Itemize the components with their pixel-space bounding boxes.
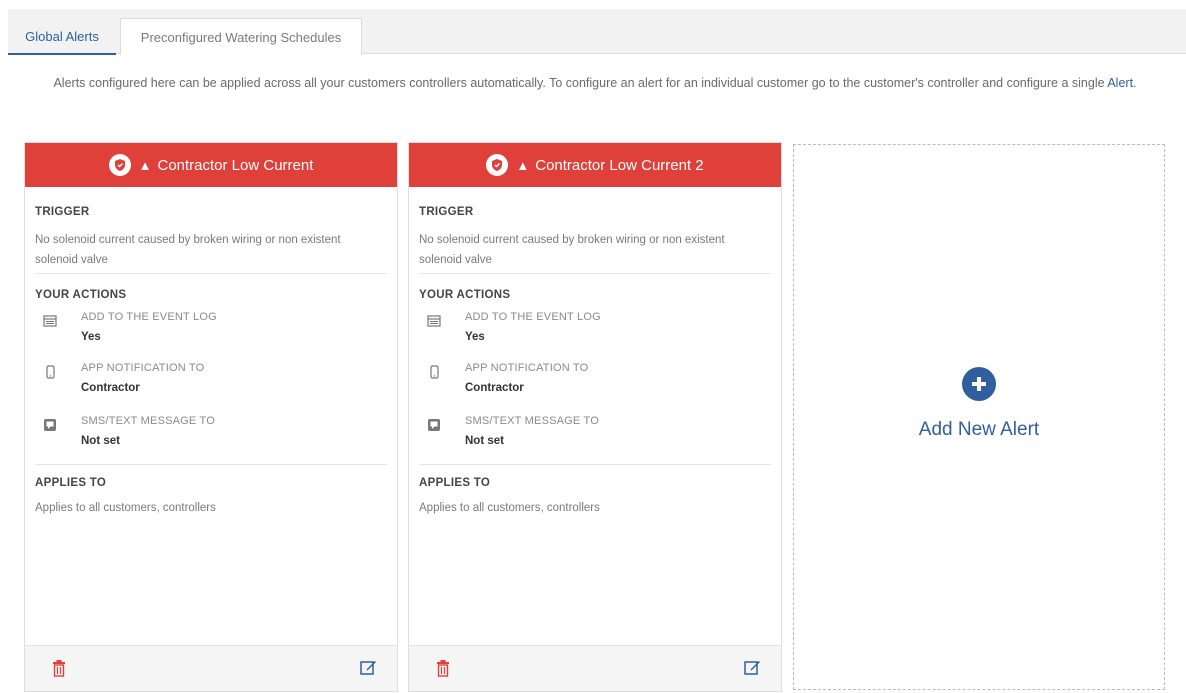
event-log-icon — [43, 314, 57, 328]
actions-heading: YOUR ACTIONS — [419, 289, 511, 301]
bell-icon: ▲ — [138, 157, 152, 173]
sms-icon — [43, 418, 57, 432]
action-event-log: ADD TO THE EVENT LOG Yes — [427, 311, 767, 351]
action-label: ADD TO THE EVENT LOG — [465, 311, 601, 323]
edit-icon[interactable] — [360, 659, 377, 676]
shield-icon — [486, 154, 509, 176]
divider — [419, 273, 771, 274]
tab-global-alerts[interactable]: Global Alerts — [8, 18, 116, 55]
alert-card: ▲ Contractor Low Current 2 TRIGGER No so… — [408, 142, 782, 692]
shield-icon — [108, 154, 131, 176]
trash-icon[interactable] — [51, 659, 67, 677]
action-label: APP NOTIFICATION TO — [465, 362, 589, 374]
intro-text: Alerts configured here can be applied ac… — [53, 76, 1108, 90]
alert-title: Contractor Low Current 2 — [535, 156, 704, 174]
bell-icon: ▲ — [516, 157, 530, 173]
trigger-description: No solenoid current caused by broken wir… — [419, 234, 725, 266]
applies-description: Applies to all customers, controllers — [419, 502, 600, 514]
add-new-alert-button[interactable]: Add New Alert — [793, 144, 1165, 690]
tab-preconfigured-watering-schedules[interactable]: Preconfigured Watering Schedules — [120, 18, 362, 55]
alert-link[interactable]: Alert — [1107, 76, 1133, 90]
action-label: SMS/TEXT MESSAGE TO — [465, 415, 600, 427]
applies-heading: APPLIES TO — [419, 477, 491, 489]
applies-description: Applies to all customers, controllers — [35, 502, 216, 514]
action-sms: SMS/TEXT MESSAGE TO Not set — [427, 415, 767, 455]
phone-icon — [43, 365, 57, 379]
trigger-heading: TRIGGER — [419, 206, 474, 218]
intro-text-end: . — [1133, 76, 1137, 90]
alert-card-footer — [409, 645, 781, 691]
divider — [35, 464, 387, 465]
edit-icon[interactable] — [744, 659, 761, 676]
action-label: APP NOTIFICATION TO — [81, 362, 205, 374]
action-sms: SMS/TEXT MESSAGE TO Not set — [43, 415, 383, 455]
action-value: Contractor — [81, 382, 140, 394]
plus-circle-icon — [962, 367, 996, 401]
alert-title: Contractor Low Current — [157, 156, 314, 174]
event-log-icon — [427, 314, 441, 328]
action-value: Yes — [81, 331, 101, 343]
applies-heading: APPLIES TO — [35, 477, 107, 489]
action-value: Not set — [81, 435, 120, 447]
alert-card: ▲ Contractor Low Current TRIGGER No sole… — [24, 142, 398, 692]
divider — [419, 464, 771, 465]
action-label: SMS/TEXT MESSAGE TO — [81, 415, 216, 427]
alert-card-footer — [25, 645, 397, 691]
intro-description: Alerts configured here can be applied ac… — [20, 70, 1170, 96]
action-app-notification: APP NOTIFICATION TO Contractor — [427, 362, 767, 402]
actions-heading: YOUR ACTIONS — [35, 289, 127, 301]
add-new-alert-label: Add New Alert — [918, 419, 1040, 440]
tab-bar: Global Alerts Preconfigured Watering Sch… — [8, 9, 1186, 55]
action-value: Contractor — [465, 382, 524, 394]
sms-icon — [427, 418, 441, 432]
trigger-description: No solenoid current caused by broken wir… — [35, 234, 341, 266]
alert-card-header: ▲ Contractor Low Current 2 — [409, 143, 781, 187]
divider — [35, 273, 387, 274]
phone-icon — [427, 365, 441, 379]
action-label: ADD TO THE EVENT LOG — [81, 311, 217, 323]
trash-icon[interactable] — [435, 659, 451, 677]
action-event-log: ADD TO THE EVENT LOG Yes — [43, 311, 383, 351]
action-value: Yes — [465, 331, 485, 343]
trigger-heading: TRIGGER — [35, 206, 90, 218]
action-value: Not set — [465, 435, 504, 447]
action-app-notification: APP NOTIFICATION TO Contractor — [43, 362, 383, 402]
alert-card-header: ▲ Contractor Low Current — [25, 143, 397, 187]
